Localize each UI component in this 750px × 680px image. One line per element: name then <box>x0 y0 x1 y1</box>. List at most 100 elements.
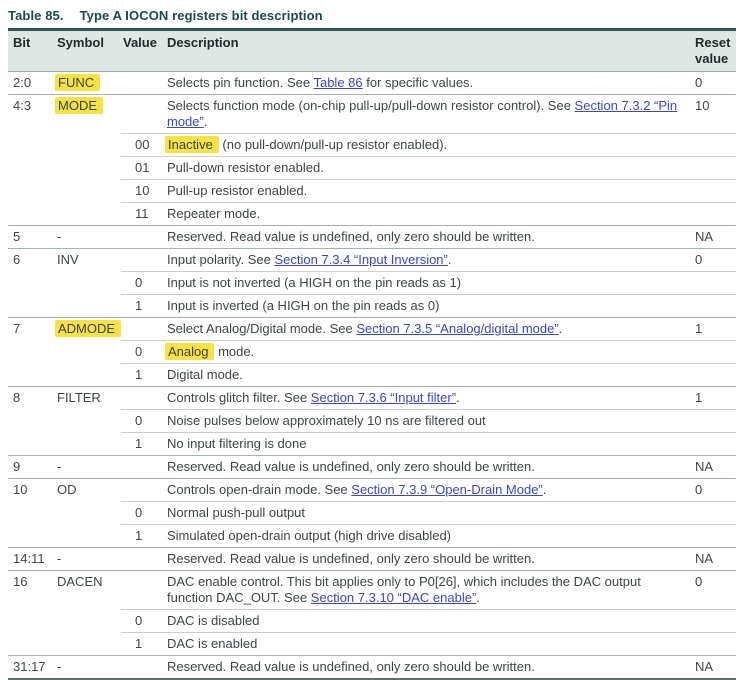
bit-cell: 4:3 <box>8 95 57 134</box>
description-cell: Input is inverted (a HIGH on the pin rea… <box>167 295 692 318</box>
table-row: 8FILTER Controls glitch filter. See Secti… <box>8 387 736 410</box>
symbol-cell: FUNC <box>57 72 121 95</box>
description-text: Selects pin function. See <box>167 75 313 90</box>
symbol-cell <box>57 272 121 295</box>
reset-value-cell <box>692 134 736 157</box>
bit-cell <box>8 364 57 387</box>
highlighted-symbol: MODE <box>55 97 103 114</box>
table-caption-label: Table 85. <box>8 8 64 23</box>
table-caption: Table 85.Type A IOCON registers bit desc… <box>8 8 743 23</box>
symbol-cell <box>57 180 121 203</box>
symbol-cell: - <box>57 548 121 571</box>
highlighted-symbol: FUNC <box>55 74 100 91</box>
value-cell: 0 <box>121 610 167 633</box>
description-cell: DAC enable control. This bit applies onl… <box>167 571 692 610</box>
reset-value-cell: NA <box>692 548 736 571</box>
value-cell: 0 <box>121 502 167 525</box>
table-subrow: 0DAC is disabled <box>8 610 736 633</box>
symbol-cell: OD <box>57 479 121 502</box>
table-body: 2:0FUNC Selects pin function. See Table 8… <box>8 72 736 680</box>
section-link[interactable]: Table 86 <box>313 75 362 90</box>
table-row: 5-Reserved. Read value is undefined, onl… <box>8 226 736 249</box>
description-text: Normal push-pull output <box>167 505 305 520</box>
description-cell: Noise pulses below approximately 10 ns a… <box>167 410 692 433</box>
value-cell <box>121 95 167 134</box>
description-text: Input is not inverted (a HIGH on the pin… <box>167 275 461 290</box>
bit-cell: 14:11 <box>8 548 57 571</box>
symbol-cell: FILTER <box>57 387 121 410</box>
bit-cell <box>8 341 57 364</box>
symbol-cell <box>57 410 121 433</box>
description-cell: Selects function mode (on-chip pull-up/p… <box>167 95 692 134</box>
symbol-cell <box>57 525 121 548</box>
section-link[interactable]: Section 7.3.10 “DAC enable” <box>311 590 476 605</box>
reset-value-cell: 1 <box>692 387 736 410</box>
description-cell: Input polarity. See Section 7.3.4 “Input… <box>167 249 692 272</box>
value-cell <box>121 656 167 680</box>
bit-cell <box>8 180 57 203</box>
symbol-cell <box>57 433 121 456</box>
table-subrow: 11Repeater mode. <box>8 203 736 226</box>
value-cell: 1 <box>121 364 167 387</box>
description-text: . <box>559 321 563 336</box>
iocon-bit-table: Bit Symbol Value Description Reset value… <box>8 28 736 680</box>
value-cell <box>121 226 167 249</box>
description-text: Digital mode. <box>167 367 243 382</box>
table-subrow: 1No input filtering is done <box>8 433 736 456</box>
description-text: Select Analog/Digital mode. See <box>167 321 356 336</box>
reset-value-cell <box>692 364 736 387</box>
symbol-text: FILTER <box>57 390 101 405</box>
description-text: for specific values. <box>363 75 474 90</box>
section-link[interactable]: Section 7.3.5 “Analog/digital mode” <box>356 321 558 336</box>
description-text: DAC is enabled <box>167 636 257 651</box>
description-cell: Normal push-pull output <box>167 502 692 525</box>
section-link[interactable]: Section 7.3.6 “Input filter” <box>311 390 456 405</box>
bit-cell: 9 <box>8 456 57 479</box>
symbol-cell <box>57 633 121 656</box>
description-cell: Pull-up resistor enabled. <box>167 180 692 203</box>
description-text: . <box>476 590 480 605</box>
description-text: . <box>204 114 208 129</box>
value-cell <box>121 548 167 571</box>
reset-value-cell: 0 <box>692 479 736 502</box>
value-cell <box>121 479 167 502</box>
bit-cell: 2:0 <box>8 72 57 95</box>
description-cell: Repeater mode. <box>167 203 692 226</box>
reset-value-cell <box>692 295 736 318</box>
symbol-text: - <box>57 659 61 674</box>
symbol-cell <box>57 295 121 318</box>
reset-value-cell: NA <box>692 226 736 249</box>
table-subrow: 1Digital mode. <box>8 364 736 387</box>
description-text: . <box>456 390 460 405</box>
description-cell: Controls open-drain mode. See Section 7.… <box>167 479 692 502</box>
table-header-row: Bit Symbol Value Description Reset value <box>8 30 736 72</box>
value-cell <box>121 571 167 610</box>
value-cell <box>121 318 167 341</box>
reset-value-cell <box>692 203 736 226</box>
bit-cell <box>8 610 57 633</box>
value-cell: 11 <box>121 203 167 226</box>
reset-value-cell <box>692 180 736 203</box>
description-text: Controls glitch filter. See <box>167 390 311 405</box>
description-cell: Input is not inverted (a HIGH on the pin… <box>167 272 692 295</box>
description-cell: DAC is disabled <box>167 610 692 633</box>
description-cell: Inactive (no pull-down/pull-up resistor … <box>167 134 692 157</box>
section-link[interactable]: Section 7.3.4 “Input Inversion” <box>274 252 447 267</box>
symbol-cell <box>57 134 121 157</box>
symbol-cell: ADMODE <box>57 318 121 341</box>
table-row: 2:0FUNC Selects pin function. See Table 8… <box>8 72 736 95</box>
bit-cell <box>8 525 57 548</box>
description-cell: No input filtering is done <box>167 433 692 456</box>
description-cell: Reserved. Read value is undefined, only … <box>167 226 692 249</box>
bit-cell <box>8 203 57 226</box>
value-cell: 1 <box>121 295 167 318</box>
symbol-cell <box>57 610 121 633</box>
table-row: 4:3MODE Selects function mode (on-chip pu… <box>8 95 736 134</box>
symbol-text: - <box>57 229 61 244</box>
bit-cell: 8 <box>8 387 57 410</box>
table-subrow: 1Input is inverted (a HIGH on the pin re… <box>8 295 736 318</box>
value-cell: 0 <box>121 410 167 433</box>
table-row: 10ODControls open-drain mode. See Sectio… <box>8 479 736 502</box>
description-cell: Digital mode. <box>167 364 692 387</box>
section-link[interactable]: Section 7.3.9 “Open-Drain Mode” <box>351 482 542 497</box>
